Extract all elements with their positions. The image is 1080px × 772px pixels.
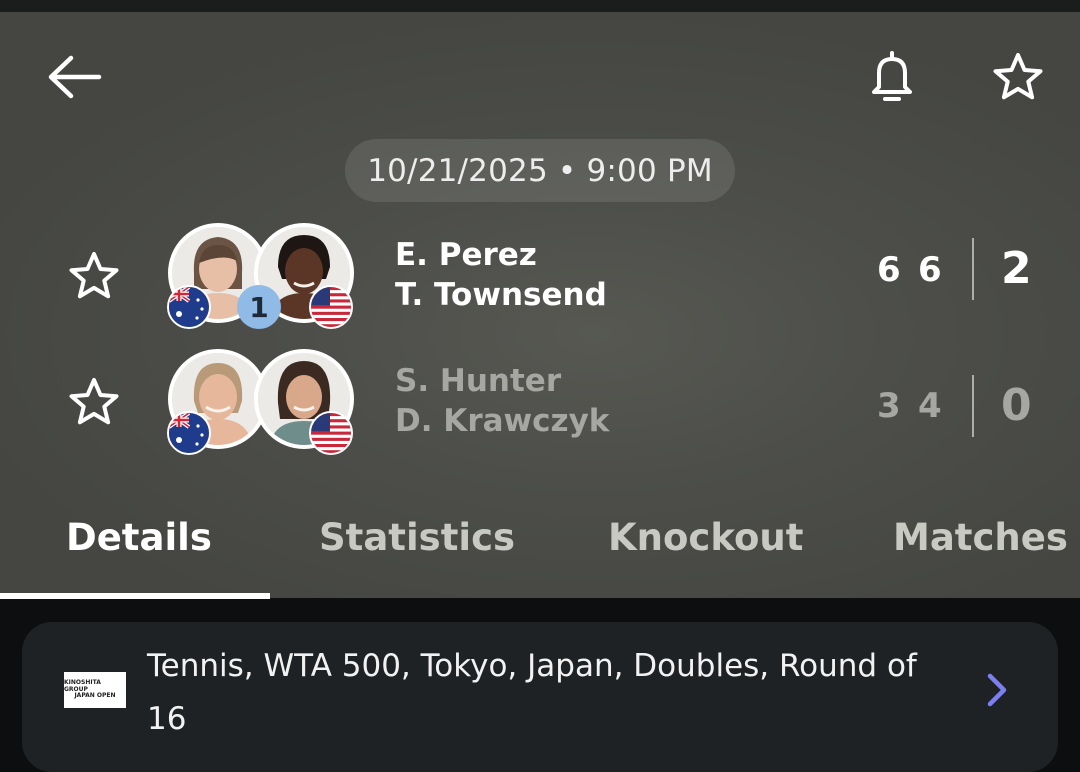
player-name: E. Perez	[395, 237, 537, 273]
seed-badge: 1	[237, 285, 281, 329]
total-sets-won: 0	[1001, 380, 1032, 431]
arrow-left-icon	[48, 55, 102, 99]
chevron-right-icon[interactable]	[980, 668, 1014, 712]
flag-usa-icon	[309, 285, 353, 329]
star-outline-icon	[69, 378, 119, 425]
tab-statistics[interactable]: Statistics	[319, 516, 515, 559]
star-outline-icon	[993, 53, 1043, 100]
player-name: D. Krawczyk	[395, 403, 610, 439]
logo-line-2: JAPAN OPEN	[74, 692, 116, 700]
tab-details[interactable]: Details	[66, 516, 212, 559]
match-datetime: 10/21/2025 • 9:00 PM	[345, 139, 735, 202]
score-divider	[972, 375, 974, 437]
total-sets-won: 2	[1001, 243, 1032, 294]
set-score-1: 6	[877, 250, 915, 290]
status-strip	[0, 0, 1080, 12]
tab-matches[interactable]: Matches	[893, 516, 1068, 559]
score-divider	[972, 238, 974, 300]
active-tab-indicator	[0, 593, 270, 599]
set-score-2: 6	[918, 250, 956, 290]
set-score-1: 3	[877, 386, 915, 426]
favorite-team-1-button[interactable]	[64, 246, 124, 306]
notification-button[interactable]	[862, 45, 922, 109]
tournament-info: Tennis, WTA 500, Tokyo, Japan, Doubles, …	[147, 648, 917, 737]
player-name: S. Hunter	[395, 363, 562, 399]
back-button[interactable]	[38, 45, 108, 109]
favorite-match-button[interactable]	[986, 45, 1050, 109]
set-score-2: 4	[918, 386, 956, 426]
flag-australia-icon	[167, 285, 211, 329]
flag-usa-icon	[309, 411, 353, 455]
tournament-logo: KINOSHITA GROUP JAPAN OPEN	[64, 672, 126, 708]
tab-knockout[interactable]: Knockout	[608, 516, 803, 559]
star-outline-icon	[69, 252, 119, 299]
favorite-team-2-button[interactable]	[64, 372, 124, 432]
player-name: T. Townsend	[395, 277, 607, 313]
bell-icon	[872, 51, 912, 101]
flag-australia-icon	[167, 411, 211, 455]
